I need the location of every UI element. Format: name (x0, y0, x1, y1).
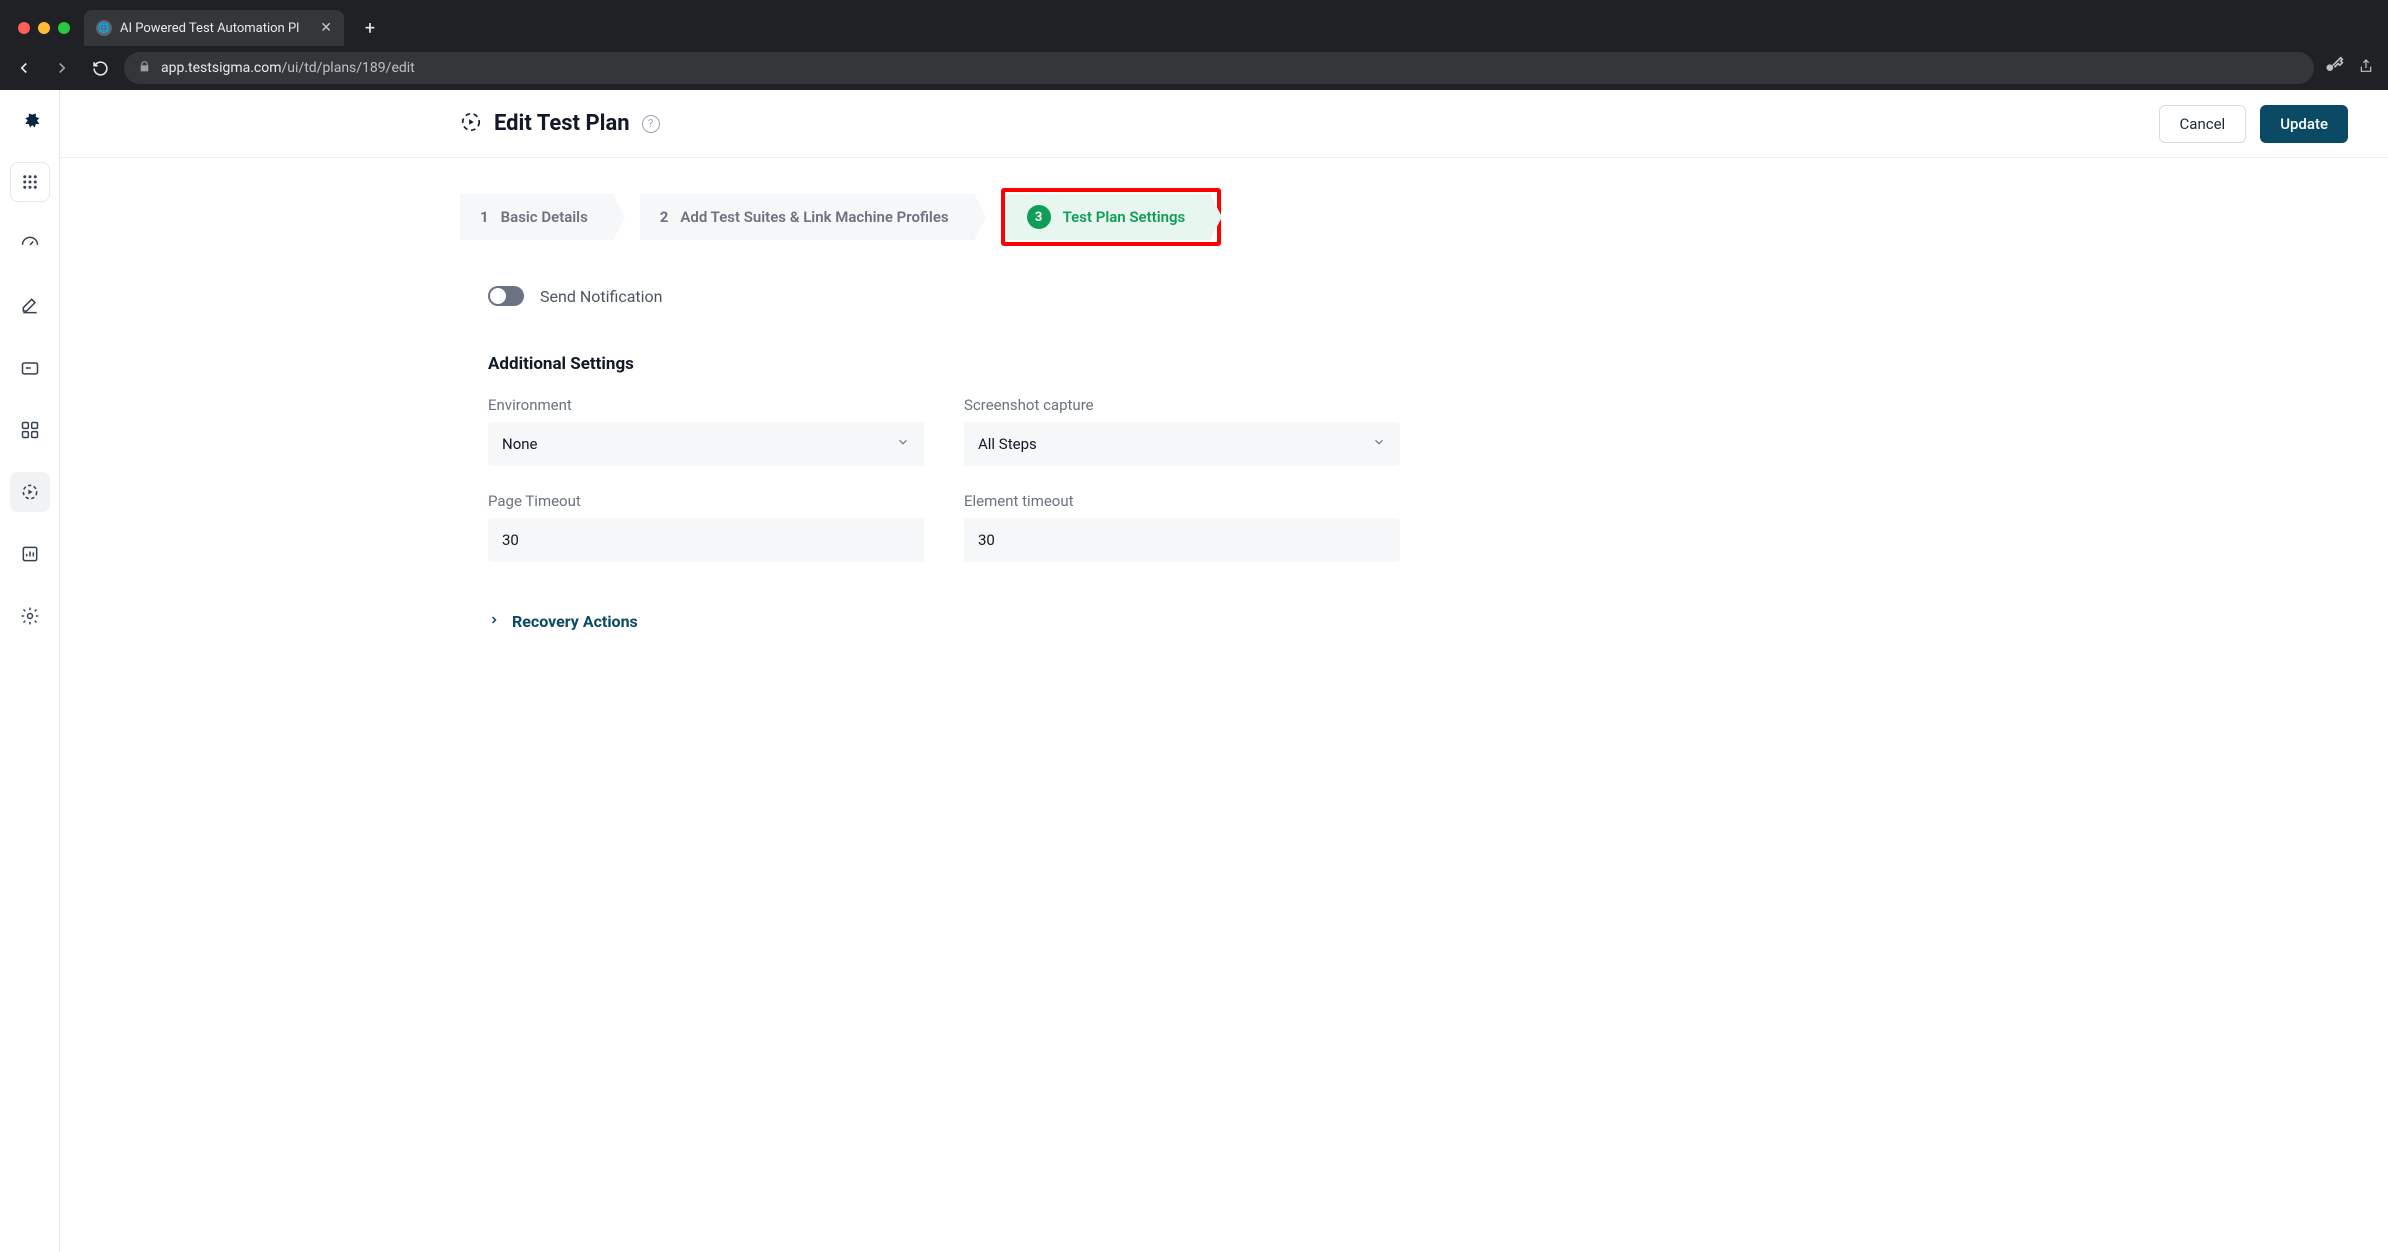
tab-strip: 🌐 AI Powered Test Automation Pl ✕ + (0, 0, 2388, 46)
dashboard-icon[interactable] (10, 224, 50, 264)
step-basic-details[interactable]: 1 Basic Details (460, 194, 614, 240)
environment-select[interactable]: None (488, 422, 924, 466)
chevron-down-icon (1372, 435, 1386, 453)
screenshot-field: Screenshot capture All Steps (964, 396, 1400, 466)
folder-icon[interactable] (10, 348, 50, 388)
content: 1 Basic Details 2 Add Test Suites & Link… (60, 158, 1440, 631)
environment-field: Environment None (488, 396, 924, 466)
sidebar (0, 90, 60, 1252)
step-label: Basic Details (501, 208, 588, 226)
screenshot-label: Screenshot capture (964, 396, 1400, 414)
stepper: 1 Basic Details 2 Add Test Suites & Link… (460, 188, 1400, 246)
page-timeout-label: Page Timeout (488, 492, 924, 510)
send-notification-label: Send Notification (540, 287, 663, 306)
forward-button[interactable] (48, 54, 76, 82)
step-number: 1 (480, 208, 489, 226)
lock-icon (138, 60, 151, 77)
element-timeout-input[interactable] (964, 518, 1400, 562)
url-input[interactable]: app.testsigma.com/ui/td/plans/189/edit (124, 52, 2314, 84)
page-timeout-field: Page Timeout (488, 492, 924, 562)
app-root: Edit Test Plan ? Cancel Update 1 Basic D… (0, 90, 2388, 1252)
step-label: Add Test Suites & Link Machine Profiles (680, 208, 948, 226)
element-timeout-label: Element timeout (964, 492, 1400, 510)
additional-settings-heading: Additional Settings (488, 354, 1400, 374)
browser-actions (2324, 56, 2378, 80)
element-timeout-value (978, 531, 1386, 549)
back-button[interactable] (10, 54, 38, 82)
apps-icon[interactable] (10, 162, 50, 202)
chevron-right-icon (488, 614, 500, 630)
environment-value: None (502, 435, 538, 453)
reload-button[interactable] (86, 54, 114, 82)
header-actions: Cancel Update (2159, 105, 2348, 143)
edit-icon[interactable] (10, 286, 50, 326)
app-logo[interactable] (14, 108, 46, 140)
browser-tab[interactable]: 🌐 AI Powered Test Automation Pl ✕ (84, 10, 344, 46)
page-header: Edit Test Plan ? Cancel Update (60, 90, 2388, 158)
step-highlight: 3 Test Plan Settings (1001, 188, 1222, 246)
recovery-actions-label: Recovery Actions (512, 612, 638, 631)
key-icon[interactable] (2324, 56, 2344, 80)
close-tab-icon[interactable]: ✕ (320, 20, 332, 36)
send-notification-toggle[interactable] (488, 286, 524, 306)
testplan-icon[interactable] (10, 472, 50, 512)
window-controls (18, 22, 70, 34)
page-timeout-value (502, 531, 910, 549)
screenshot-value: All Steps (978, 435, 1037, 453)
page-title-group: Edit Test Plan ? (460, 111, 660, 137)
share-icon[interactable] (2358, 58, 2374, 78)
reports-icon[interactable] (10, 534, 50, 574)
environment-label: Environment (488, 396, 924, 414)
maximize-window-icon[interactable] (58, 22, 70, 34)
new-tab-button[interactable]: + (356, 14, 384, 42)
help-icon[interactable]: ? (642, 115, 660, 133)
url-text: app.testsigma.com/ui/td/plans/189/edit (161, 60, 415, 76)
screenshot-select[interactable]: All Steps (964, 422, 1400, 466)
chevron-down-icon (896, 435, 910, 453)
tab-title: AI Powered Test Automation Pl (120, 21, 299, 36)
step-add-suites[interactable]: 2 Add Test Suites & Link Machine Profile… (640, 194, 975, 240)
update-button[interactable]: Update (2260, 105, 2348, 143)
step-number: 3 (1027, 205, 1051, 229)
address-bar: app.testsigma.com/ui/td/plans/189/edit (0, 46, 2388, 90)
send-notification-row: Send Notification (488, 286, 1400, 306)
main: Edit Test Plan ? Cancel Update 1 Basic D… (60, 90, 2388, 1252)
close-window-icon[interactable] (18, 22, 30, 34)
step-test-plan-settings[interactable]: 3 Test Plan Settings (1007, 194, 1212, 240)
grid-icon[interactable] (10, 410, 50, 450)
cancel-button[interactable]: Cancel (2159, 105, 2247, 143)
minimize-window-icon[interactable] (38, 22, 50, 34)
browser-chrome: 🌐 AI Powered Test Automation Pl ✕ + app.… (0, 0, 2388, 90)
globe-icon: 🌐 (96, 20, 112, 36)
step-number: 2 (660, 208, 669, 226)
page-title: Edit Test Plan (494, 111, 630, 136)
recovery-actions-toggle[interactable]: Recovery Actions (488, 612, 1400, 631)
settings-icon[interactable] (10, 596, 50, 636)
settings-grid: Environment None Screenshot capture All … (488, 396, 1400, 562)
step-label: Test Plan Settings (1063, 208, 1186, 226)
page-timeout-input[interactable] (488, 518, 924, 562)
element-timeout-field: Element timeout (964, 492, 1400, 562)
plan-run-icon (460, 111, 482, 137)
